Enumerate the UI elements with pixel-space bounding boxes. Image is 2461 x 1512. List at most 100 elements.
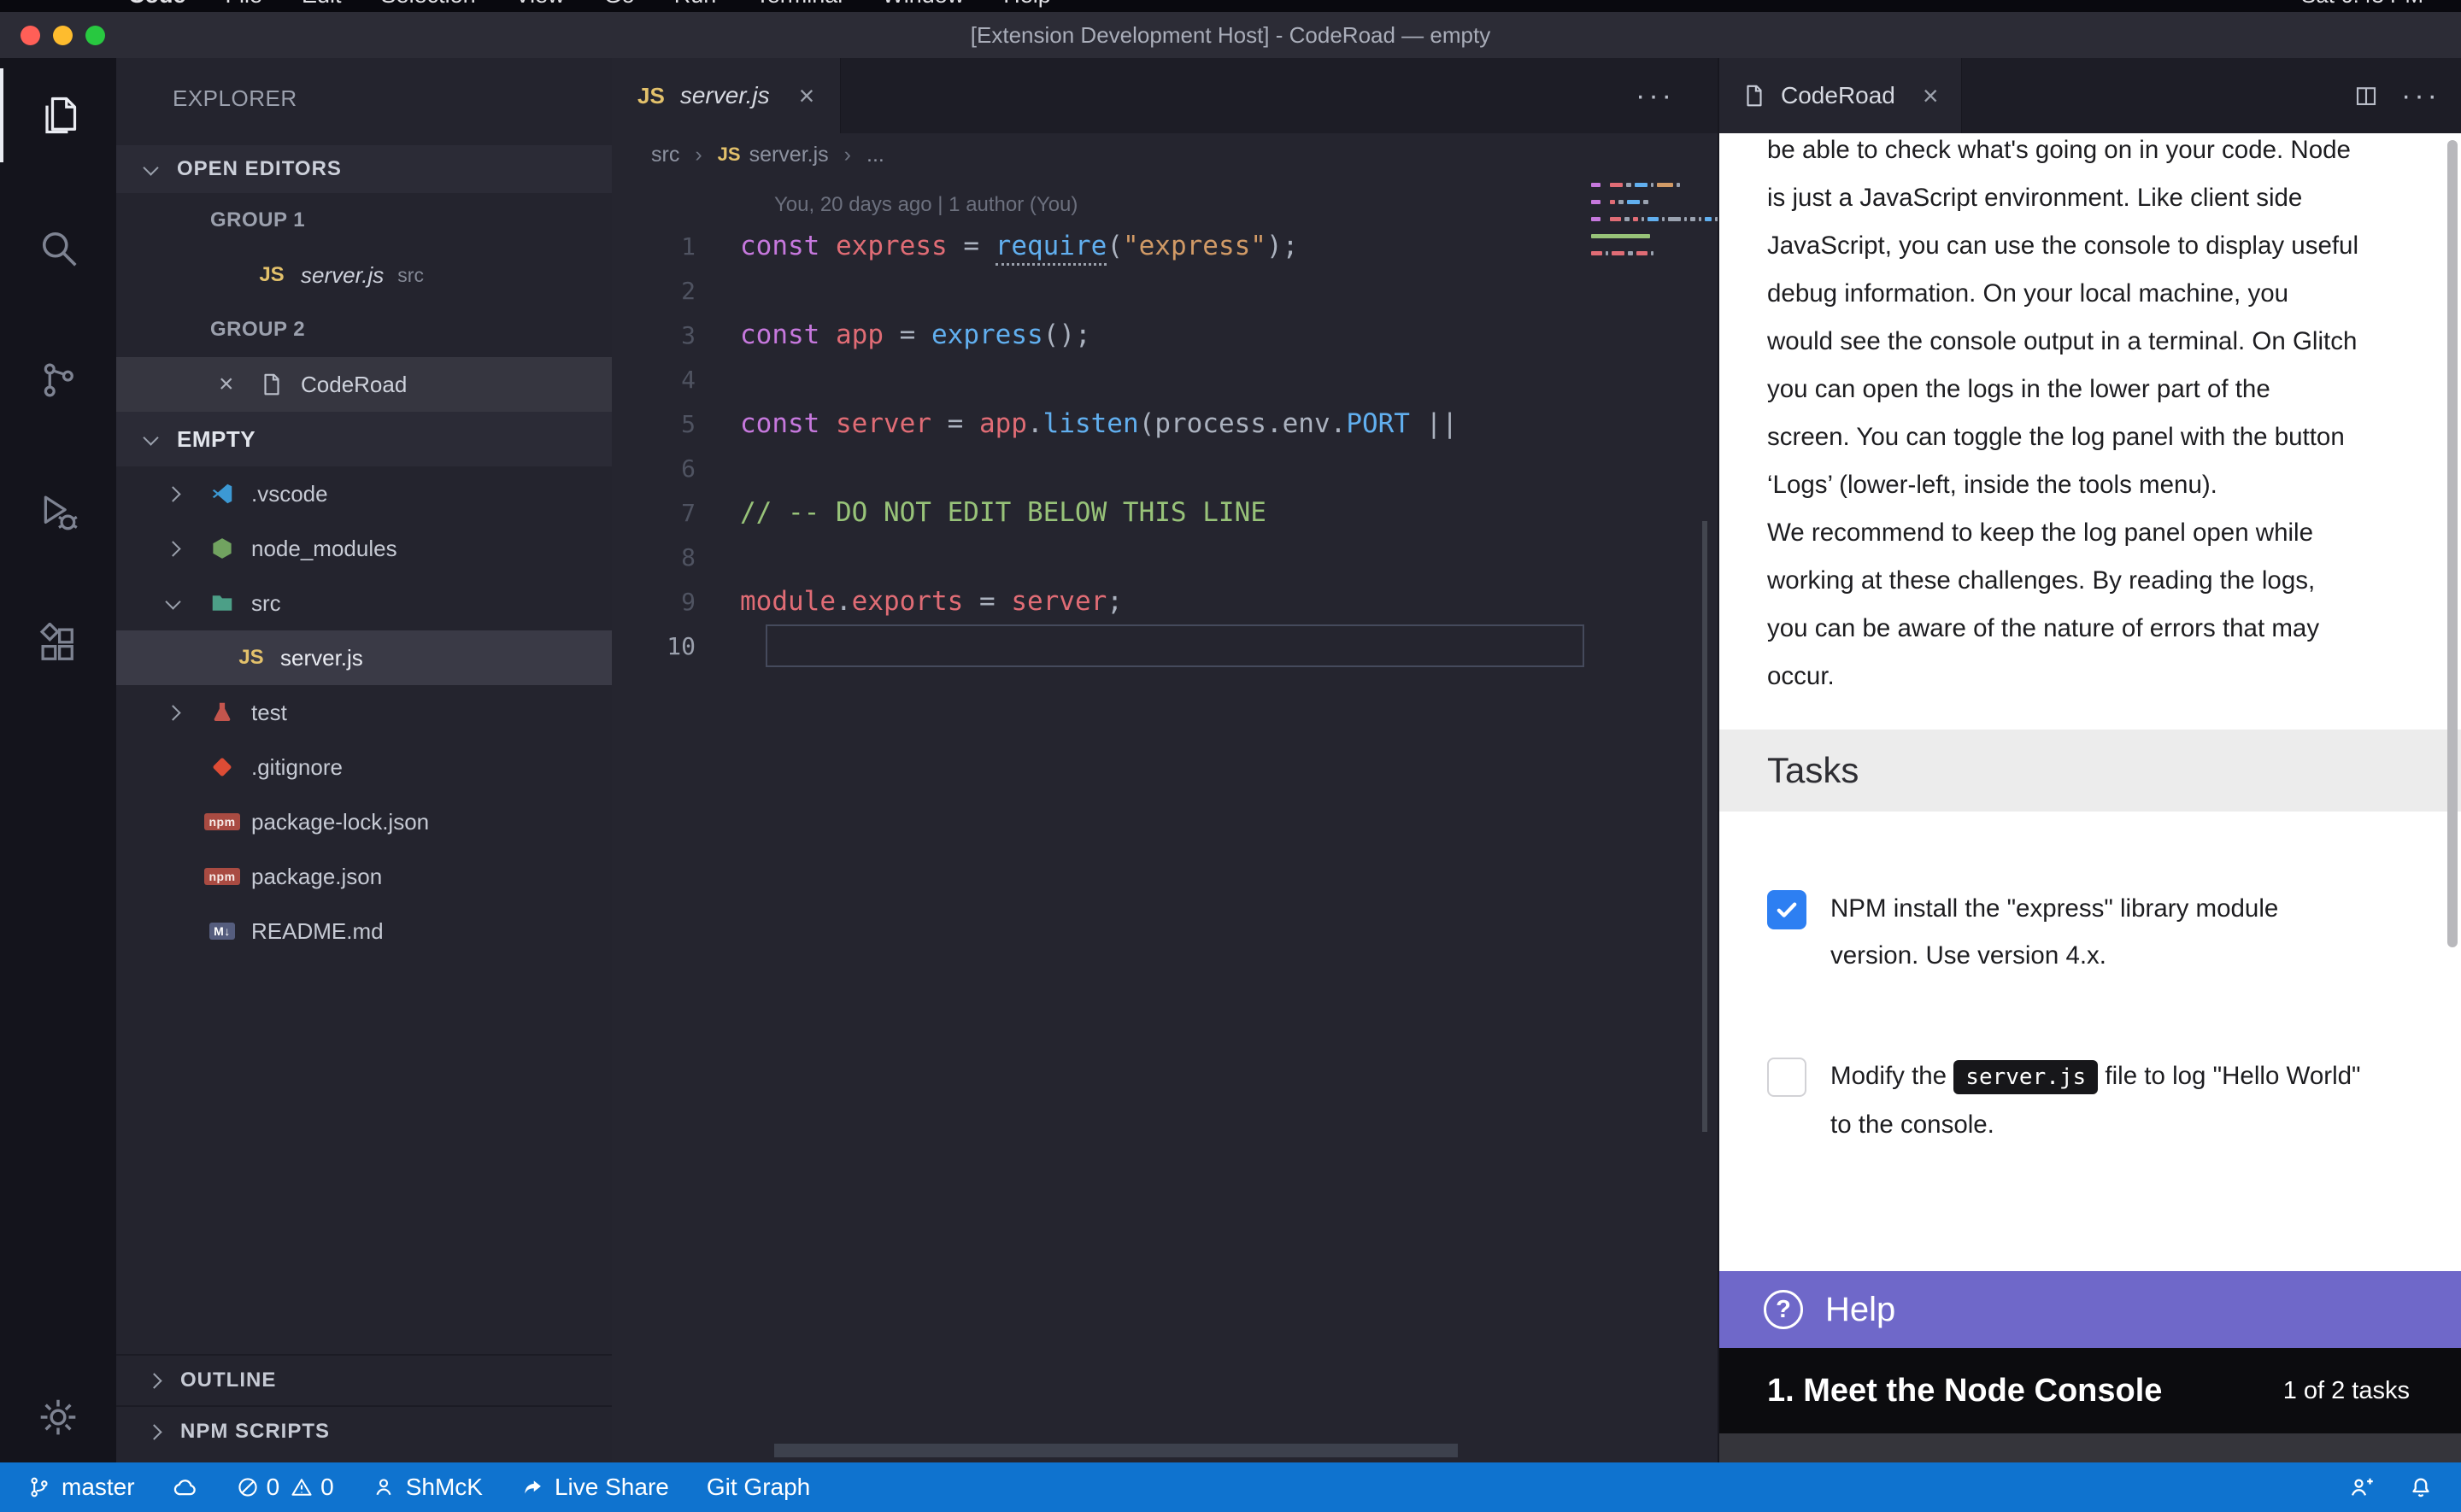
menu-item-window[interactable]: Window — [882, 0, 964, 9]
workspace-header[interactable]: EMPTY — [116, 412, 612, 466]
status-git-branch[interactable]: master — [27, 1474, 135, 1501]
code-editor[interactable]: You, 20 days ago | 1 author (You) 1const… — [612, 176, 1718, 1462]
open-editor-coderoad[interactable]: ×CodeRoad — [116, 357, 612, 412]
code-line-9[interactable]: 9module.exports = server; — [612, 579, 1718, 624]
git-file-icon — [203, 752, 241, 782]
close-window-button[interactable] — [21, 26, 40, 45]
menu-item-help[interactable]: Help — [1003, 0, 1051, 9]
tutorial-text-line: you can open the logs in the lower part … — [1767, 366, 2422, 413]
codelens[interactable]: You, 20 days ago | 1 author (You) — [774, 193, 1718, 217]
folder-src-file-icon — [203, 588, 241, 618]
task-description: NPM install the "express" library module… — [1830, 885, 2369, 979]
menu-item-go[interactable]: Go — [604, 0, 635, 9]
window-controls — [21, 26, 105, 45]
code-line-3[interactable]: 3const app = express(); — [612, 313, 1718, 357]
task-item-2: Modify the server.js file to log "Hello … — [1767, 1052, 2418, 1148]
code-line-7[interactable]: 7// -- DO NOT EDIT BELOW THIS LINE — [612, 490, 1718, 535]
split-editor-icon[interactable] — [2353, 58, 2379, 133]
code-line-4[interactable]: 4 — [612, 357, 1718, 401]
code-line-5[interactable]: 5const server = app.listen(process.env.P… — [612, 401, 1718, 446]
share-icon — [520, 1475, 544, 1499]
chevron-right-icon — [167, 707, 203, 718]
menu-item-run[interactable]: Run — [674, 0, 717, 9]
activity-extensions-button[interactable] — [0, 598, 116, 692]
code-line-10[interactable]: 10 — [612, 624, 1718, 668]
tab-coderoad[interactable]: CodeRoad × — [1719, 58, 1962, 133]
close-editor-icon[interactable]: × — [219, 370, 253, 399]
editor-vertical-scrollbar[interactable] — [1702, 521, 1707, 1132]
editor-label: server.js — [301, 262, 384, 289]
status-account[interactable]: ShMcK — [372, 1474, 483, 1501]
status-git-graph[interactable]: Git Graph — [707, 1474, 810, 1501]
section-label: NPM SCRIPTS — [180, 1420, 330, 1444]
status-notifications[interactable] — [2408, 1474, 2434, 1500]
close-tab-icon[interactable]: × — [799, 80, 815, 112]
activity-settings-button[interactable] — [0, 1379, 116, 1456]
menu-item-view[interactable]: View — [515, 0, 565, 9]
menu-item-terminal[interactable]: Terminal — [755, 0, 843, 9]
code-line-6[interactable]: 6 — [612, 446, 1718, 490]
status-label: ShMcK — [406, 1474, 483, 1501]
zoom-window-button[interactable] — [85, 26, 105, 45]
open-editors-header[interactable]: OPEN EDITORS — [116, 145, 612, 193]
next-section-strip — [1719, 1433, 2461, 1462]
open-editors-group-label: GROUP 2 — [116, 302, 612, 357]
tree-item-readme-md[interactable]: M↓README.md — [116, 904, 612, 958]
menu-item-code[interactable]: Code — [128, 0, 186, 9]
task-description: Modify the server.js file to log "Hello … — [1830, 1052, 2369, 1148]
breadcrumb-[interactable]: ... — [866, 143, 884, 167]
activity-search-button[interactable] — [0, 201, 116, 295]
titlebar[interactable]: [Extension Development Host] - CodeRoad … — [0, 12, 2461, 58]
panel-more-actions-icon[interactable]: ··· — [2401, 58, 2440, 133]
tree-item-package-json[interactable]: npmpackage.json — [116, 849, 612, 904]
tree-item-package-lock-json[interactable]: npmpackage-lock.json — [116, 794, 612, 849]
tree-item-server-js[interactable]: JSserver.js — [116, 630, 612, 685]
minimize-window-button[interactable] — [53, 26, 73, 45]
tutorial-text-line: working at these challenges. By reading … — [1767, 557, 2422, 605]
close-tab-icon[interactable]: × — [1923, 80, 1939, 112]
section-npm-scripts[interactable]: NPM SCRIPTS — [116, 1405, 612, 1456]
menu-item-edit[interactable]: Edit — [302, 0, 342, 9]
file-name: README.md — [251, 918, 384, 945]
section-outline[interactable]: OUTLINE — [116, 1354, 612, 1405]
file-tree: .vscode node_modulessrcJSserver.jstest.gi… — [116, 466, 612, 958]
activity-explorer-button[interactable] — [0, 68, 116, 162]
status-warning-count: 0 — [290, 1474, 334, 1501]
tree-item-node-modules[interactable]: node_modules — [116, 521, 612, 576]
menu-item-file[interactable]: File — [226, 0, 263, 9]
activity-source-control-button[interactable] — [0, 333, 116, 427]
task-count-badge: 1 of 2 tasks — [2283, 1377, 2410, 1405]
webview-scrollbar[interactable] — [2447, 140, 2458, 947]
tree-item-vscode[interactable]: .vscode — [116, 466, 612, 521]
activity-bar — [0, 58, 116, 1462]
status-invite[interactable] — [2348, 1474, 2374, 1500]
minimap[interactable] — [1591, 183, 1673, 268]
menu-item-selection[interactable]: Selection — [381, 0, 476, 9]
breadcrumb-src[interactable]: src — [651, 143, 679, 167]
tab-server-js[interactable]: JS server.js × — [612, 58, 841, 133]
tutorial-text-line: be able to check what's going on in your… — [1767, 133, 2422, 174]
activity-run-debug-button[interactable] — [0, 466, 116, 560]
file-name: node_modules — [251, 536, 397, 562]
chevron-right-icon — [167, 543, 203, 554]
lesson-title: 1. Meet the Node Console — [1767, 1373, 2283, 1409]
tree-item-test[interactable]: test — [116, 685, 612, 740]
tree-item-gitignore[interactable]: .gitignore — [116, 740, 612, 794]
status-live-share[interactable]: Live Share — [520, 1474, 669, 1501]
status-publish[interactable] — [173, 1474, 198, 1500]
code-line-1[interactable]: 1const express = require("express"); — [612, 224, 1718, 268]
task-checkbox-unchecked[interactable] — [1767, 1058, 1806, 1097]
editor-horizontal-scrollbar[interactable] — [774, 1444, 1458, 1457]
chevron-down-icon — [167, 600, 203, 607]
lesson-progress-bar[interactable]: 1. Meet the Node Console 1 of 2 tasks — [1719, 1348, 2461, 1433]
npm-file-icon: npm — [203, 806, 241, 837]
status-problems[interactable]: 00 — [236, 1474, 334, 1501]
editor-more-actions-icon[interactable]: ··· — [1636, 58, 1675, 133]
code-line-2[interactable]: 2 — [612, 268, 1718, 313]
tree-item-src[interactable]: src — [116, 576, 612, 630]
task-checkbox-checked[interactable] — [1767, 890, 1806, 929]
open-editor-server-js[interactable]: JSserver.jssrc — [116, 248, 612, 302]
breadcrumb-server-js[interactable]: JSserver.js — [718, 143, 829, 167]
help-bar[interactable]: ? Help — [1719, 1271, 2461, 1348]
code-line-8[interactable]: 8 — [612, 535, 1718, 579]
